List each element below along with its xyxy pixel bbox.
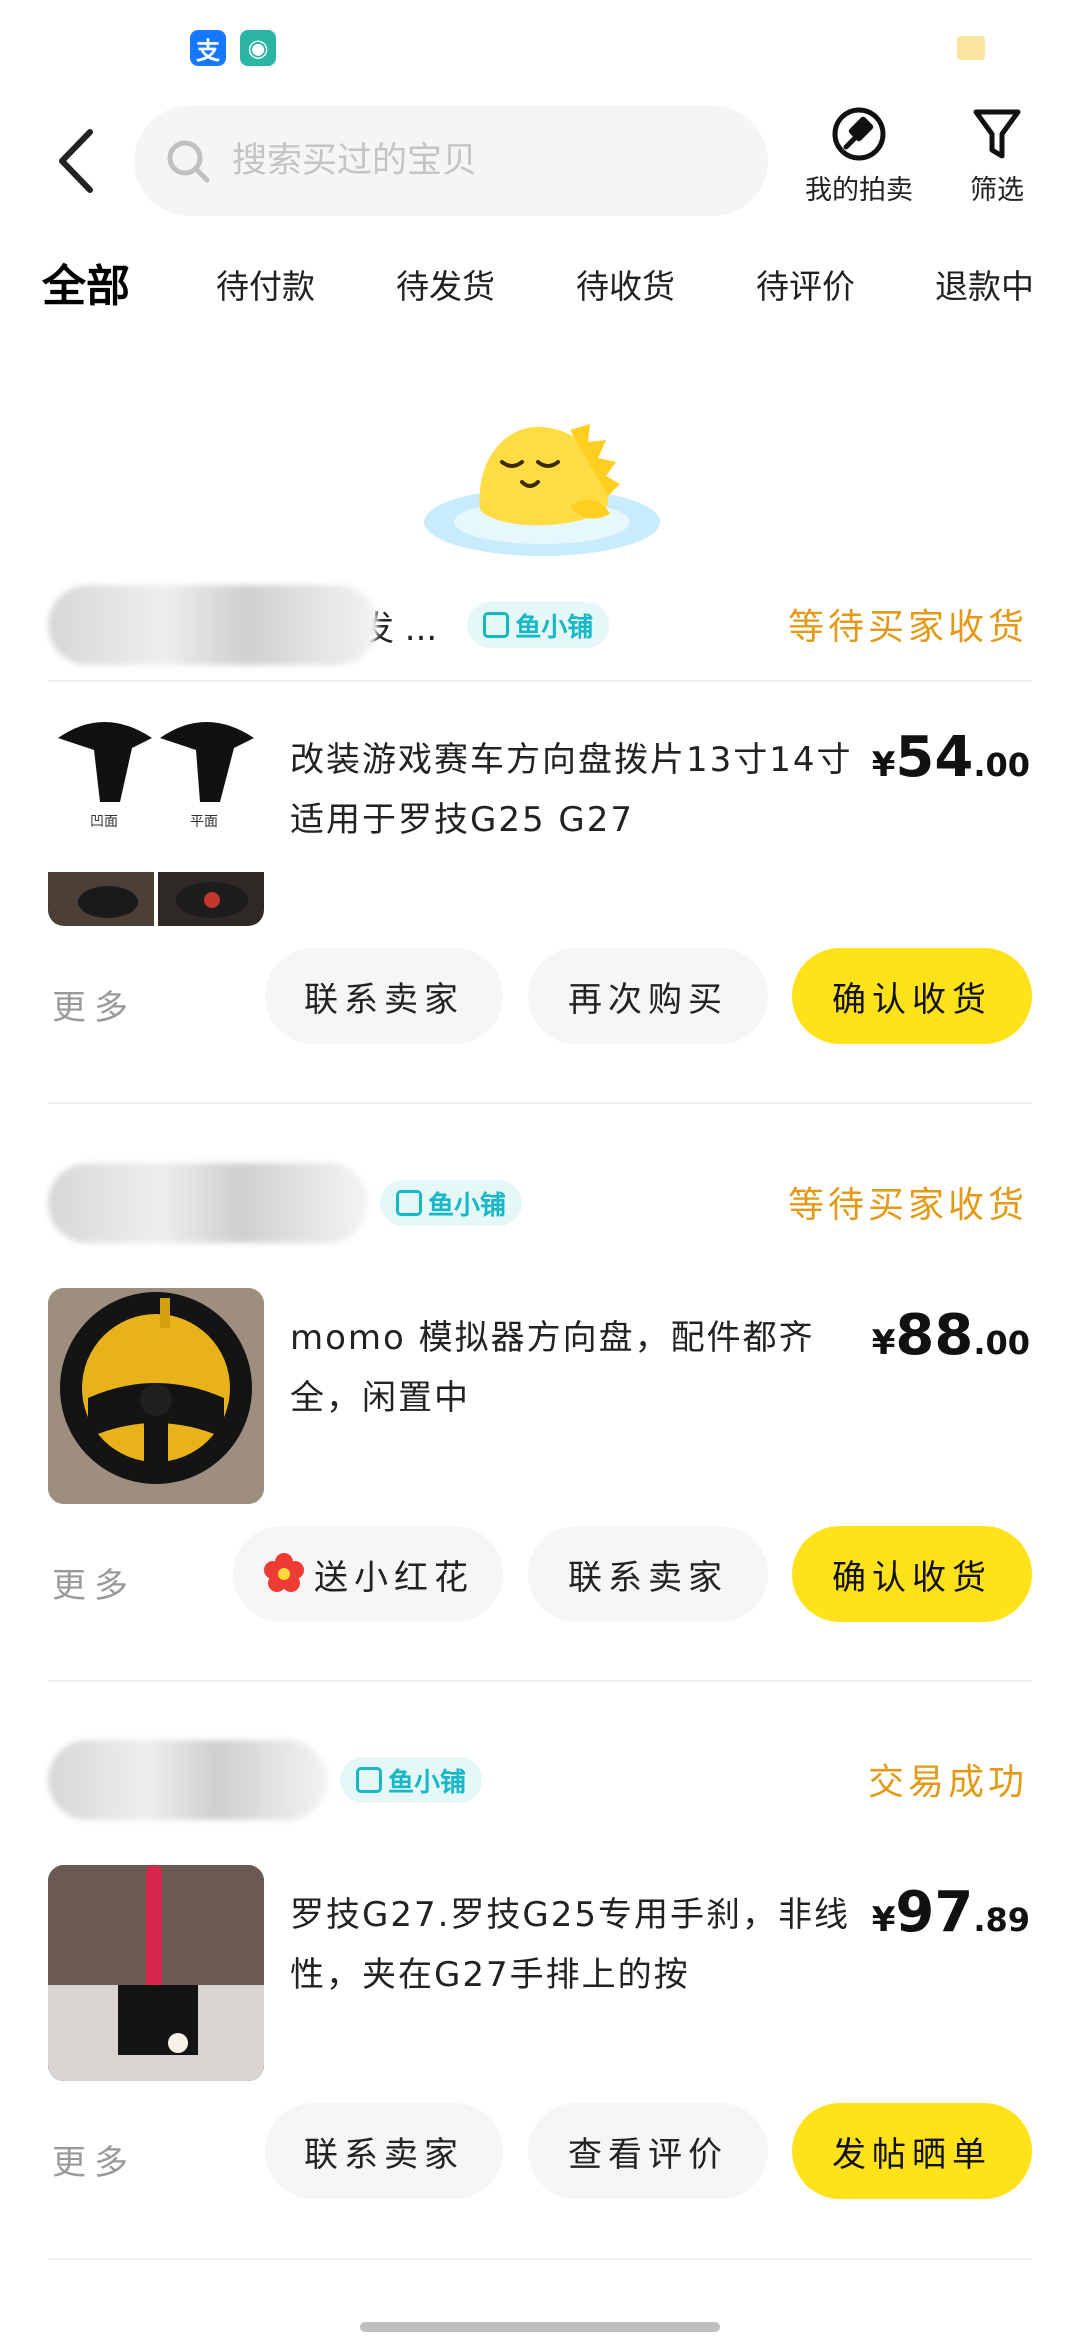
red-flower-icon <box>264 1553 304 1592</box>
buy-again-button[interactable]: 再次购买 <box>528 948 768 1044</box>
order-tabs: 全部 待付款 待发货 待收货 待评价 退款中 <box>0 250 1080 330</box>
fish-mascot-illustration <box>424 424 660 556</box>
tab-pending-shipment[interactable]: 待发货 <box>396 260 495 308</box>
confirm-receipt-button[interactable]: 确认收货 <box>792 948 1032 1044</box>
chevron-left-icon <box>59 129 93 193</box>
product-price: ¥97.89 <box>872 1880 1030 1945</box>
search-input[interactable] <box>232 141 712 181</box>
filter-button[interactable]: 筛选 <box>970 106 1024 207</box>
order-status: 等待买家收货 <box>787 1185 1028 1226</box>
tab-pending-receipt[interactable]: 待收货 <box>576 260 675 308</box>
my-auction-button[interactable]: 我的拍卖 <box>805 106 913 207</box>
divider <box>48 680 1032 682</box>
price-integer: 88 <box>895 1303 974 1368</box>
price-decimal: .00 <box>973 746 1030 784</box>
product-title[interactable]: 罗技G27.罗技G25专用手刹，非线性，夹在G27手排上的按 <box>290 1885 870 2005</box>
send-flower-button[interactable]: 送小红花 <box>233 1526 503 1622</box>
shop-badge-label: 鱼小铺 <box>388 1767 467 1798</box>
seller-avatar-blurred <box>48 1163 368 1243</box>
search-bar[interactable] <box>134 106 768 216</box>
seller-row[interactable]: 发 ... 鱼小铺 <box>48 580 610 670</box>
contact-seller-button[interactable]: 联系卖家 <box>265 948 503 1044</box>
product-thumbnail[interactable]: 凹面 平面 <box>48 710 264 926</box>
product-title[interactable]: 改装游戏赛车方向盘拨片13寸14寸适用于罗技G25 G27 <box>290 730 870 850</box>
price-decimal: .89 <box>973 1901 1030 1939</box>
order-card[interactable]: 发 ... 鱼小铺 等待买家收货 凹面 平面 改装游戏赛车方向盘拨片13寸14寸… <box>0 580 1080 1160</box>
product-thumbnail[interactable] <box>48 1288 264 1504</box>
view-review-button[interactable]: 查看评价 <box>528 2103 768 2199</box>
filter-label: 筛选 <box>970 175 1024 206</box>
more-button[interactable]: 更多 <box>52 2135 136 2184</box>
order-card[interactable]: 鱼小铺 交易成功 罗技G27.罗技G25专用手刹，非线性，夹在G27手排上的按 … <box>0 1735 1080 2315</box>
my-auction-label: 我的拍卖 <box>805 175 913 206</box>
tab-refunding[interactable]: 退款中 <box>935 260 1034 308</box>
divider <box>48 2258 1032 2260</box>
paddle-shifter-image: 凹面 平面 <box>48 722 264 926</box>
handbrake-image <box>48 1865 264 2081</box>
header: 我的拍卖 筛选 <box>0 100 1080 230</box>
price-integer: 54 <box>895 725 974 790</box>
chat-app-icon: ◉ <box>240 30 276 66</box>
divider <box>48 1102 1032 1104</box>
shop-badge-icon <box>483 612 510 638</box>
thumb-label-concave: 凹面 <box>90 814 118 830</box>
shop-badge-label: 鱼小铺 <box>515 612 594 643</box>
seller-avatar-blurred <box>48 1740 328 1820</box>
shop-badge: 鱼小铺 <box>340 1757 483 1803</box>
price-integer: 97 <box>895 1880 974 1945</box>
shop-badge-icon <box>396 1190 422 1216</box>
more-button[interactable]: 更多 <box>52 980 136 1029</box>
divider <box>48 1680 1032 1682</box>
seller-row[interactable]: 鱼小铺 <box>48 1158 523 1248</box>
thumb-label-flat: 平面 <box>190 814 218 830</box>
product-price: ¥54.00 <box>872 725 1030 790</box>
shop-badge-label: 鱼小铺 <box>428 1190 507 1221</box>
tab-label: 全部 <box>42 261 130 312</box>
product-price: ¥88.00 <box>872 1303 1030 1368</box>
filter-funnel-icon <box>973 109 1021 159</box>
post-review-button[interactable]: 发帖晒单 <box>792 2103 1032 2199</box>
back-button[interactable] <box>52 126 102 196</box>
contact-seller-button[interactable]: 联系卖家 <box>528 1526 768 1622</box>
shop-badge-icon <box>356 1767 382 1793</box>
price-currency: ¥ <box>871 1900 896 1940</box>
price-currency: ¥ <box>871 1323 896 1363</box>
seller-avatar-blurred <box>48 585 378 665</box>
shop-badge: 鱼小铺 <box>380 1180 523 1226</box>
steering-wheel-image <box>48 1288 264 1504</box>
price-decimal: .00 <box>973 1324 1030 1362</box>
product-title[interactable]: momo 模拟器方向盘，配件都齐全，闲置中 <box>290 1308 870 1428</box>
confirm-receipt-button[interactable]: 确认收货 <box>792 1526 1032 1622</box>
send-flower-label: 送小红花 <box>314 1557 474 1598</box>
status-bar: 支 ◉ <box>0 0 1080 100</box>
home-indicator[interactable] <box>360 2322 720 2332</box>
price-currency: ¥ <box>871 745 896 785</box>
tab-pending-payment[interactable]: 待付款 <box>216 260 315 308</box>
order-card[interactable]: 鱼小铺 等待买家收货 momo 模拟器方向盘，配件都齐全，闲置中 ¥88.00 … <box>0 1158 1080 1738</box>
tab-pending-review[interactable]: 待评价 <box>756 260 855 308</box>
tab-all[interactable]: 全部 <box>38 250 134 314</box>
shop-badge: 鱼小铺 <box>467 602 610 648</box>
order-status: 等待买家收货 <box>787 607 1028 648</box>
seller-row[interactable]: 鱼小铺 <box>48 1735 483 1825</box>
product-thumbnail[interactable] <box>48 1865 264 2081</box>
auction-hammer-icon <box>832 107 886 161</box>
battery-icon <box>957 36 985 60</box>
contact-seller-button[interactable]: 联系卖家 <box>265 2103 503 2199</box>
order-status: 交易成功 <box>867 1762 1028 1803</box>
search-icon <box>167 140 210 183</box>
alipay-icon: 支 <box>190 30 226 66</box>
more-button[interactable]: 更多 <box>52 1558 136 1607</box>
